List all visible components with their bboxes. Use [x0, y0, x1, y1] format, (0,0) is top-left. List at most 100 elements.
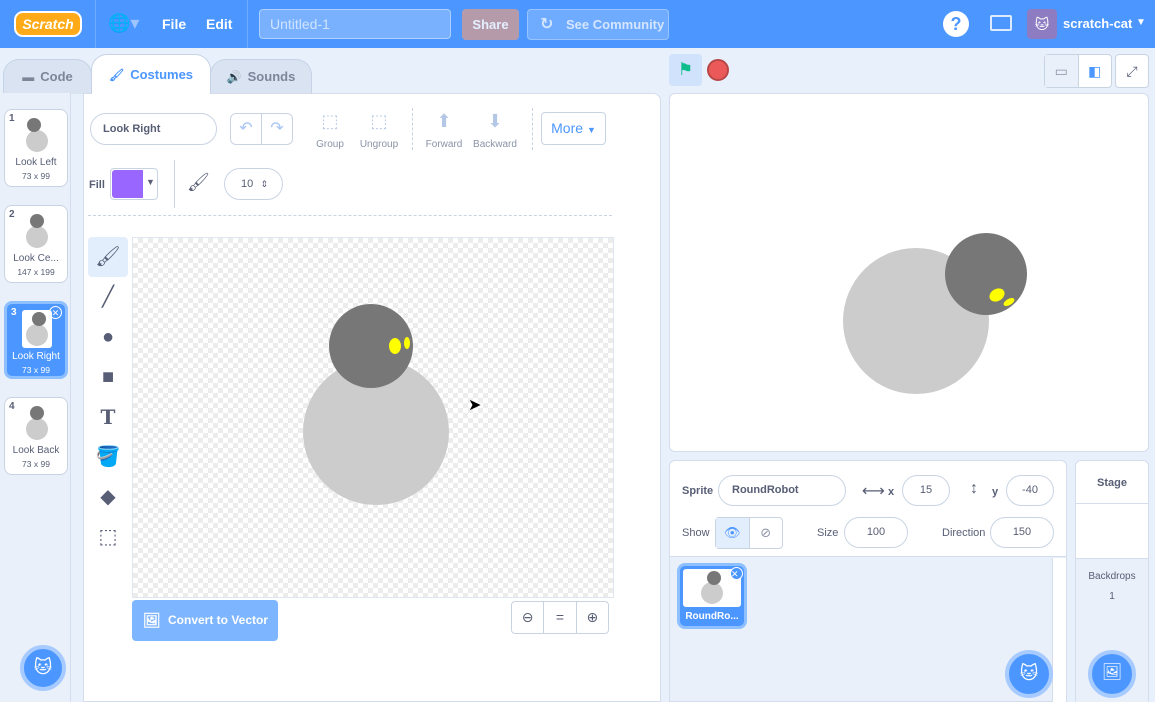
sprite-label: Sprite	[682, 485, 714, 497]
tab-label: Sounds	[247, 69, 296, 84]
costume-name-input[interactable]: Look Right	[90, 113, 217, 145]
brush-size-input[interactable]: 10 ⇕	[224, 168, 283, 200]
see-community-label: See Community	[566, 17, 665, 32]
more-button[interactable]: More ▼	[541, 112, 606, 145]
select-tool[interactable]: ⬚	[88, 517, 128, 557]
costume-size: 73 x 99	[22, 459, 50, 469]
help-icon[interactable]: ?	[943, 11, 969, 37]
eye-slash-icon[interactable]: ⊘	[750, 518, 783, 548]
robot-eye	[404, 337, 410, 349]
size-input[interactable]: 100	[844, 517, 908, 548]
stage-thumbnail	[1076, 504, 1148, 558]
project-title-input[interactable]: Untitled-1	[259, 9, 451, 39]
stage-canvas[interactable]	[669, 93, 1149, 452]
tab-sounds[interactable]: 🔊 Sounds	[210, 59, 312, 94]
see-community-button[interactable]: ↻ See Community	[527, 9, 669, 40]
stage-size-toggle: ▭ ◧	[1044, 54, 1112, 88]
stage-drawing	[843, 233, 1027, 394]
stepper-icon[interactable]: ⇕	[260, 169, 268, 199]
redo-icon[interactable]: ↷	[262, 114, 292, 144]
robot-head	[32, 312, 46, 326]
backward-button[interactable]: ⬇ Backward	[468, 111, 522, 150]
costume-size: 73 x 99	[22, 171, 50, 181]
direction-label: Direction	[942, 527, 986, 539]
costume-number: 3	[11, 307, 17, 318]
text-icon: T	[100, 405, 116, 429]
add-costume-button[interactable]: 🐱	[20, 645, 66, 691]
chevron-down-icon: ▼	[586, 125, 596, 135]
convert-label: Convert to Vector	[168, 613, 269, 627]
zoom-reset-button[interactable]: =	[544, 602, 577, 633]
costume-name: Look Right	[12, 351, 60, 362]
my-stuff-folder-icon[interactable]	[990, 15, 1012, 31]
more-label: More	[551, 120, 584, 136]
eye-icon[interactable]: 👁	[716, 518, 750, 548]
costume-item[interactable]: 4 Look Back 73 x 99	[4, 397, 68, 475]
fill-tool[interactable]: 🪣	[88, 437, 128, 477]
share-button[interactable]: Share	[462, 9, 519, 40]
costume-item-selected[interactable]: 3 ✕ Look Right 73 x 99	[4, 301, 68, 379]
costume-thumbnail	[22, 116, 52, 154]
remix-icon: ↻	[540, 16, 554, 33]
language-globe-icon[interactable]: 🌐▾	[108, 13, 142, 35]
tab-costumes[interactable]: 🖌 Costumes	[91, 54, 211, 94]
robot-eye	[389, 338, 401, 354]
costume-item[interactable]: 1 Look Left 73 x 99	[4, 109, 68, 187]
robot-head	[707, 571, 721, 585]
costume-drawing	[303, 304, 449, 505]
small-stage-icon[interactable]: ▭	[1045, 55, 1079, 87]
toolbar-divider	[88, 215, 612, 216]
sprite-name-input[interactable]: RoundRobot	[718, 475, 846, 506]
fill-color-swatch	[112, 170, 143, 198]
costume-name: Look Back	[12, 445, 60, 456]
robot-head	[27, 118, 41, 132]
green-flag-button[interactable]: ⚑	[669, 54, 702, 86]
line-tool[interactable]: ╱	[88, 277, 128, 317]
paint-bucket-icon: 🪣	[95, 446, 121, 468]
brush-size-value: 10	[241, 178, 254, 190]
sprite-tile-selected[interactable]: ✕ RoundRo...	[677, 563, 747, 629]
convert-to-vector-button[interactable]: 🖼 Convert to Vector	[132, 600, 278, 641]
zoom-out-icon[interactable]: ⊖	[512, 602, 545, 633]
cat-plus-icon: 🐱	[33, 657, 53, 677]
brush-icon: 🖌	[95, 246, 121, 268]
add-backdrop-button[interactable]: 🖼	[1088, 650, 1136, 698]
cat-plus-icon: 🐱	[1019, 663, 1039, 683]
group-button[interactable]: ⬚ Group	[303, 111, 357, 150]
add-sprite-button[interactable]: 🐱	[1005, 650, 1053, 698]
rectangle-tool[interactable]: ■	[88, 357, 128, 397]
stop-button[interactable]	[707, 59, 729, 81]
file-menu[interactable]: File	[162, 16, 186, 32]
x-position-input[interactable]: 15	[902, 475, 950, 506]
image-icon: 🖼	[143, 612, 161, 628]
fullscreen-icon[interactable]: ⤢	[1115, 54, 1149, 88]
edit-menu[interactable]: Edit	[206, 16, 232, 32]
user-avatar[interactable]: 🐱	[1027, 9, 1057, 39]
robot-head	[30, 406, 44, 420]
y-position-input[interactable]: -40	[1006, 475, 1054, 506]
undo-icon[interactable]: ↶	[231, 114, 262, 144]
forward-label: Forward	[425, 139, 463, 150]
chevron-down-icon[interactable]: ▼	[1136, 17, 1146, 28]
scratch-logo[interactable]: Scratch	[14, 11, 82, 37]
menu-bar: Scratch 🌐▾ File Edit Untitled-1 Share ↻ …	[0, 0, 1155, 48]
zoom-in-icon[interactable]: ⊕	[577, 602, 608, 633]
drawing-canvas[interactable]: ➤	[132, 237, 614, 598]
text-tool[interactable]: T	[88, 397, 128, 437]
ungroup-icon: ⬚	[370, 111, 388, 131]
eraser-tool[interactable]: ◆	[88, 477, 128, 517]
forward-button[interactable]: ⬆ Forward	[417, 111, 471, 150]
delete-sprite-icon[interactable]: ✕	[730, 567, 743, 580]
tab-code[interactable]: ▬ Code	[3, 59, 92, 94]
fill-color-picker[interactable]: ▼	[110, 168, 158, 200]
large-stage-icon[interactable]: ◧	[1079, 55, 1112, 87]
circle-tool[interactable]: ●	[88, 317, 128, 357]
sprite-list-scrollbar[interactable]	[1052, 558, 1066, 702]
ungroup-button[interactable]: ⬚ Ungroup	[352, 111, 406, 150]
username[interactable]: scratch-cat	[1063, 16, 1132, 31]
line-icon: ╱	[101, 286, 115, 308]
direction-input[interactable]: 150	[990, 517, 1054, 548]
brush-tool[interactable]: 🖌	[88, 237, 128, 277]
costume-item[interactable]: 2 Look Ce... 147 x 199	[4, 205, 68, 283]
costume-size: 147 x 199	[17, 267, 55, 277]
